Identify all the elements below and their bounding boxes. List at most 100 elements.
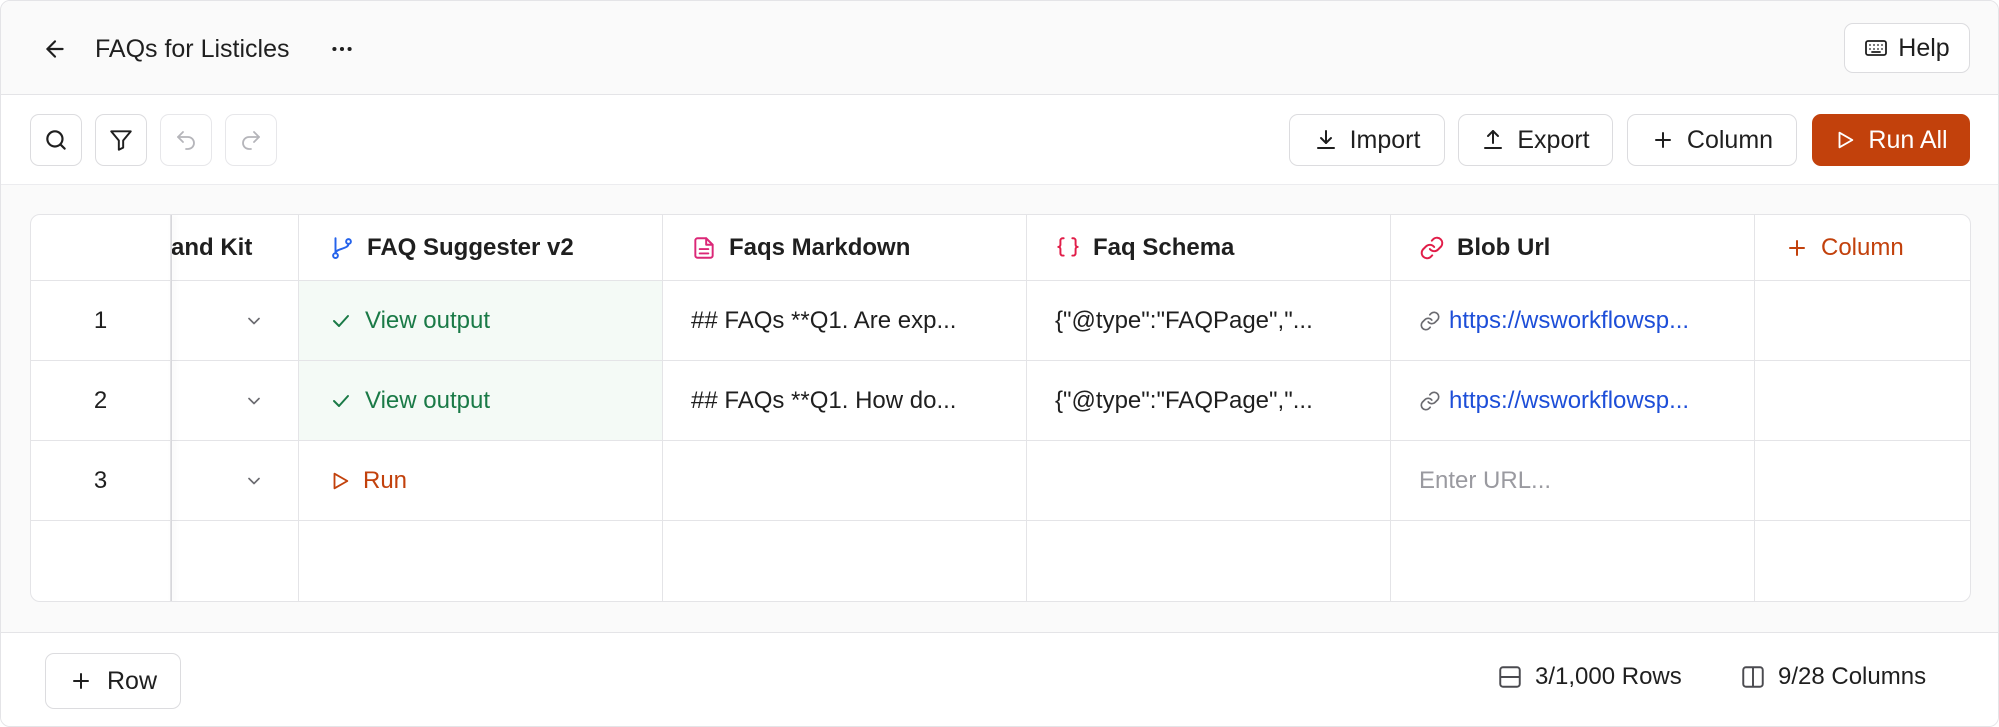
plus-icon	[72, 673, 89, 689]
check-icon	[329, 389, 353, 413]
filter-button[interactable]	[95, 114, 147, 166]
check-icon	[329, 309, 353, 333]
empty-cell	[1391, 521, 1755, 601]
row-number-header	[31, 215, 171, 281]
empty-cell	[1755, 521, 1970, 601]
column-header-blob-url[interactable]: Blob Url	[1391, 215, 1755, 281]
import-label: Import	[1349, 125, 1421, 154]
data-table: and Kit FAQ Suggester v2 Faqs Markdown F…	[30, 214, 1971, 602]
markdown-cell[interactable]: ## FAQs **Q1. Are exp...	[663, 281, 1027, 361]
undo-button[interactable]	[160, 114, 212, 166]
row-number-label: 3	[93, 466, 108, 494]
download-icon	[1316, 130, 1335, 149]
export-label: Export	[1517, 125, 1590, 154]
row-number: 2	[31, 361, 171, 441]
schema-text: {"@type":"FAQPage","...	[1055, 386, 1313, 414]
plus-icon	[1785, 236, 1809, 260]
empty-cell[interactable]	[1755, 441, 1970, 521]
brand-kit-cell[interactable]	[171, 281, 299, 361]
add-row-button[interactable]: Row	[45, 653, 181, 709]
footer-bar: Row 3/1,000 Rows 9/28 Columns	[1, 632, 1998, 726]
export-button[interactable]: Export	[1458, 114, 1613, 166]
rows-count-label: 3/1,000 Rows	[1535, 663, 1682, 690]
column-header-label: Faq Schema	[1093, 233, 1235, 261]
braces-icon	[1055, 235, 1081, 261]
empty-cell	[1027, 521, 1391, 601]
run-label: Run	[363, 466, 408, 494]
brand-kit-cell[interactable]	[171, 441, 299, 521]
view-output-label: View output	[365, 306, 490, 334]
columns-count: 9/28 Columns	[1740, 663, 1926, 691]
ellipsis-icon	[332, 46, 352, 52]
arrow-left-icon	[46, 40, 64, 58]
upload-icon	[1484, 130, 1503, 149]
run-all-label: Run All	[1868, 125, 1948, 154]
add-column-header-label: Column	[1821, 233, 1904, 261]
empty-cell[interactable]	[1755, 281, 1970, 361]
empty-cell	[31, 521, 171, 601]
url-cell[interactable]: https://wsworkflowsp...	[1391, 361, 1755, 441]
empty-cell	[663, 521, 1027, 601]
add-column-button[interactable]: Column	[1627, 114, 1797, 166]
schema-cell[interactable]	[1027, 441, 1391, 521]
columns-icon	[1742, 666, 1764, 688]
search-icon	[46, 130, 66, 150]
search-button[interactable]	[30, 114, 82, 166]
empty-cell	[171, 521, 299, 601]
column-header-faqs-markdown[interactable]: Faqs Markdown	[663, 215, 1027, 281]
row-number-label: 1	[93, 306, 108, 334]
play-icon	[1838, 131, 1854, 149]
branch-icon	[329, 235, 355, 261]
markdown-cell[interactable]: ## FAQs **Q1. How do...	[663, 361, 1027, 441]
url-input[interactable]: Enter URL...	[1391, 441, 1755, 521]
view-output-label: View output	[365, 386, 490, 414]
url-placeholder: Enter URL...	[1419, 466, 1552, 494]
markdown-cell[interactable]	[663, 441, 1027, 521]
url-link[interactable]: https://wsworkflowsp...	[1449, 387, 1689, 415]
schema-cell[interactable]: {"@type":"FAQPage","...	[1027, 361, 1391, 441]
more-options-button[interactable]	[322, 29, 362, 69]
url-cell[interactable]: https://wsworkflowsp...	[1391, 281, 1755, 361]
columns-count-label: 9/28 Columns	[1778, 663, 1927, 690]
app-window: FAQs for Listicles Help Import Export Co…	[0, 0, 1999, 727]
brand-kit-cell[interactable]	[171, 361, 299, 441]
schema-cell[interactable]: {"@type":"FAQPage","...	[1027, 281, 1391, 361]
plus-icon	[1654, 132, 1671, 148]
header-bar: FAQs for Listicles Help	[1, 1, 1998, 95]
empty-cell[interactable]	[1755, 361, 1970, 441]
column-header-faq-schema[interactable]: Faq Schema	[1027, 215, 1391, 281]
markdown-text: ## FAQs **Q1. How do...	[691, 386, 957, 414]
column-header-brand-kit[interactable]: and Kit	[171, 215, 299, 281]
help-label: Help	[1898, 33, 1950, 62]
table-area: and Kit FAQ Suggester v2 Faqs Markdown F…	[1, 185, 1998, 632]
url-link[interactable]: https://wsworkflowsp...	[1449, 307, 1689, 335]
play-icon	[329, 470, 351, 492]
row-number: 1	[31, 281, 171, 361]
markdown-text: ## FAQs **Q1. Are exp...	[691, 306, 957, 334]
column-header-label: and Kit	[171, 233, 253, 261]
undo-icon	[177, 131, 195, 150]
redo-button[interactable]	[225, 114, 277, 166]
column-header-label: FAQ Suggester v2	[367, 233, 574, 261]
chevron-down-icon[interactable]	[244, 311, 264, 331]
chevron-down-icon[interactable]	[244, 471, 264, 491]
redo-icon	[242, 131, 260, 150]
back-button[interactable]	[35, 29, 75, 69]
row-number-label: 2	[93, 386, 108, 414]
run-cell-button[interactable]: Run	[299, 441, 663, 521]
column-header-faq-suggester[interactable]: FAQ Suggester v2	[299, 215, 663, 281]
view-output-link[interactable]: View output	[299, 281, 663, 361]
run-all-button[interactable]: Run All	[1812, 114, 1970, 166]
view-output-link[interactable]: View output	[299, 361, 663, 441]
chevron-down-icon[interactable]	[244, 391, 264, 411]
rows-icon	[1499, 666, 1521, 688]
add-column-header-button[interactable]: Column	[1755, 215, 1970, 281]
page-title: FAQs for Listicles	[95, 35, 290, 63]
add-column-label: Column	[1686, 125, 1774, 154]
column-header-label: Faqs Markdown	[729, 233, 911, 261]
empty-cell	[299, 521, 663, 601]
pinned-column-divider	[171, 215, 172, 601]
help-button[interactable]: Help	[1844, 23, 1970, 73]
import-button[interactable]: Import	[1289, 114, 1445, 166]
column-header-label: Blob Url	[1457, 233, 1551, 261]
